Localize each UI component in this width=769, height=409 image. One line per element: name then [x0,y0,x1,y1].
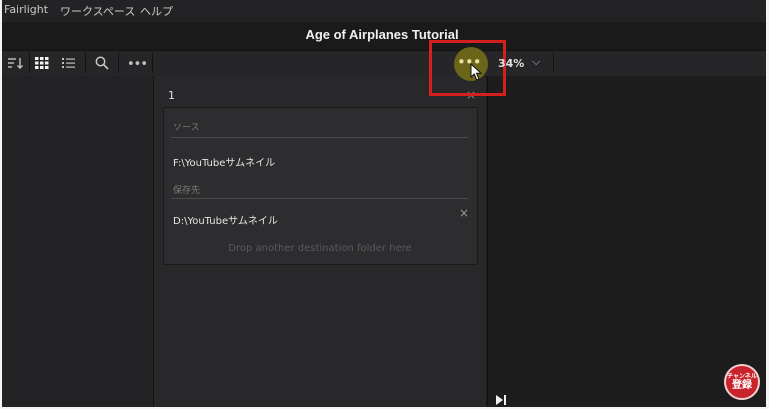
viewer-panel [487,76,767,407]
drop-destination-hint[interactable]: Drop another destination folder here [164,243,476,254]
menu-help[interactable]: ヘルプ [140,3,173,19]
clone-job-card[interactable] [163,107,478,265]
toolbar-divider [553,52,554,73]
remove-destination-icon[interactable]: × [459,206,469,220]
more-options-icon[interactable]: ••• [127,58,148,71]
subscribe-badge[interactable]: チャンネル 登録 [724,364,760,400]
destination-label: 保存先 [173,186,201,196]
bin-list-panel [2,76,154,407]
project-title: Age of Airplanes Tutorial [305,27,459,42]
toolbar-divider [118,52,119,73]
destination-path[interactable]: D:\YouTubeサムネイル [173,212,278,227]
subscribe-badge-text: 登録 [732,380,752,391]
clone-job-number: 1 [168,89,175,102]
divider [171,137,468,138]
menu-workspace[interactable]: ワークスペース [60,3,135,19]
toolbar-divider [29,52,30,73]
source-label: ソース [173,123,200,133]
list-view-icon[interactable] [62,57,75,72]
annotation-highlight-box [429,40,506,96]
frame-edge [0,0,2,409]
grid-view-icon[interactable] [35,57,49,72]
search-icon[interactable] [95,56,109,73]
sort-icon[interactable] [8,57,24,72]
divider [171,198,468,199]
toolbar-divider [85,52,86,73]
zoom-level[interactable]: 34% [498,57,524,70]
source-path[interactable]: F:\YouTubeサムネイル [173,154,275,169]
toolbar [2,50,766,77]
subscribe-badge-small-text: チャンネル [727,373,757,380]
toolbar-divider [152,52,153,73]
menu-fairlight[interactable]: Fairlight [4,3,48,16]
chevron-down-icon[interactable]: ⌵ [532,55,540,69]
